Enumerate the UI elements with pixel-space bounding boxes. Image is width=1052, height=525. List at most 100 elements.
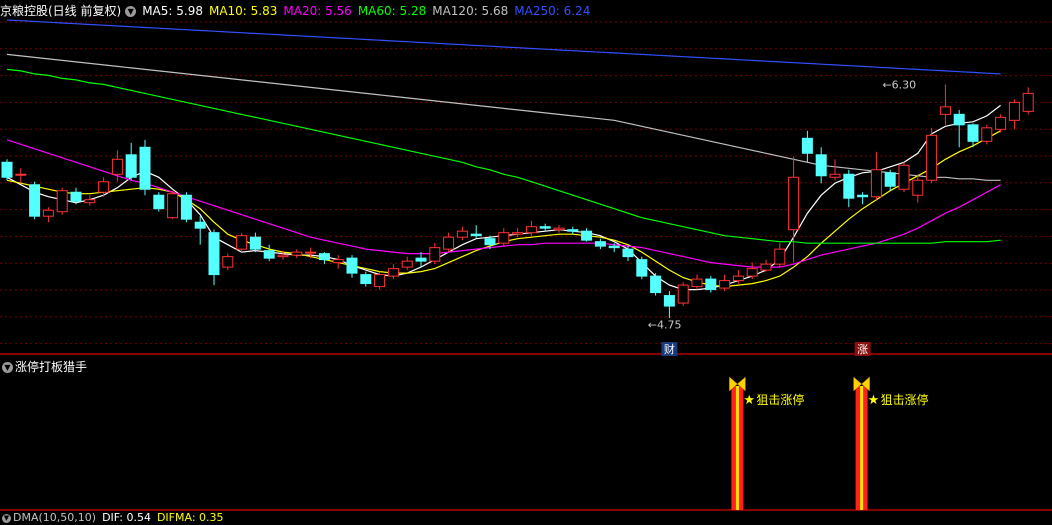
candle-body [981, 127, 993, 142]
candle-body [967, 124, 979, 142]
candle-body [401, 260, 413, 268]
candle-body [636, 259, 648, 277]
candle-body [884, 172, 896, 187]
candle-body [346, 257, 358, 274]
candle [553, 225, 565, 233]
candle [594, 238, 606, 250]
candle [567, 226, 579, 235]
candle-body [1008, 101, 1020, 121]
candle [788, 156, 800, 263]
signal-label: 狙击涨停 [881, 392, 929, 407]
candle [981, 124, 993, 145]
candle [139, 139, 151, 196]
candle [263, 244, 275, 262]
candle [374, 271, 386, 290]
candle [815, 147, 827, 184]
candle [719, 274, 731, 292]
candle-body [180, 194, 192, 220]
candle [456, 226, 468, 241]
kline-chart[interactable]: ←6.30←4.75财涨 ★ 狙击涨停 ★ 狙击涨停 [0, 0, 1052, 523]
dma-legend: DMA(10,50,10) DIF: 0.54 DIFMA: 0.35 [13, 511, 230, 524]
candle-body [332, 259, 344, 264]
candle [677, 282, 689, 307]
candle [939, 84, 951, 125]
indicator-title[interactable]: 涨停打板猎手 [15, 360, 87, 374]
candle-body [912, 179, 924, 196]
signal-bar: ★ 狙击涨停 [729, 376, 804, 510]
candle [360, 271, 372, 287]
candle [898, 162, 910, 193]
price-annotations: ←6.30 ←4.75 财 涨 [648, 78, 916, 356]
candle [953, 109, 965, 148]
candle [912, 174, 924, 203]
indicator-header: ▼ 涨停打板猎手 [0, 357, 93, 377]
candle-body [56, 190, 68, 213]
candle-body [305, 251, 317, 254]
candle-body [732, 275, 744, 282]
candle-body [98, 181, 110, 193]
candle [332, 255, 344, 269]
candle [15, 168, 27, 184]
candle-body [608, 245, 620, 249]
candle-body [70, 191, 82, 202]
signal-label: 狙击涨停 [756, 392, 804, 407]
candle [870, 151, 882, 200]
dma-legend-item: DIF: 0.54 [102, 511, 151, 524]
candle [857, 192, 869, 205]
candle [1, 159, 13, 181]
candle [539, 223, 551, 232]
candle-body [208, 232, 220, 276]
candle-body [415, 257, 427, 262]
candle-body [277, 254, 289, 258]
candle [291, 249, 303, 259]
stock-name[interactable]: 京粮控股(日线 前复权) [0, 4, 121, 18]
candle-body [857, 194, 869, 198]
candle-body [926, 134, 938, 181]
chevron-down-icon[interactable]: ▼ [125, 6, 137, 17]
candle-body [318, 253, 330, 261]
candle [760, 259, 772, 272]
candle-body [939, 106, 951, 115]
star-icon: ★ [743, 393, 755, 408]
candle-body [953, 113, 965, 126]
candle-body [539, 226, 551, 229]
candle [180, 192, 192, 223]
candle [691, 274, 703, 290]
candle [222, 253, 234, 271]
chevron-down-icon[interactable]: ▼ [2, 513, 11, 523]
candle-body [898, 164, 910, 190]
candle-body [374, 274, 386, 288]
candle [663, 291, 675, 319]
event-marker: 涨 [857, 343, 868, 356]
candle [387, 264, 399, 280]
candle-body [291, 251, 303, 256]
candle-body [719, 280, 731, 289]
candle [884, 169, 896, 191]
candle [512, 228, 524, 238]
candle [829, 159, 841, 181]
candle [774, 243, 786, 268]
candle-body [525, 226, 537, 234]
signal-bar-core [735, 386, 739, 510]
candle-body [843, 173, 855, 199]
main-chart-header: 京粮控股(日线 前复权) ▼ MA5: 5.98 MA10: 5.83 MA20: 5.… [0, 1, 602, 21]
candle-body [801, 137, 813, 154]
candle [636, 256, 648, 280]
candle [56, 187, 68, 215]
ma-legend: MA5: 5.98 MA10: 5.83 MA20: 5.56 MA60: 5.28 M… [142, 4, 596, 18]
ma-legend-item: MA10: 5.83 [208, 4, 278, 18]
dma-legend-item: DIFMA: 0.35 [156, 511, 224, 524]
candle [995, 114, 1007, 133]
candle [167, 190, 179, 220]
candle [470, 225, 482, 239]
candle [29, 181, 41, 220]
candle [305, 247, 317, 259]
signal-bar: ★ 狙击涨停 [853, 376, 929, 510]
candle-body [111, 158, 123, 175]
chevron-down-icon[interactable]: ▼ [2, 362, 13, 373]
candle-body [760, 263, 772, 271]
candle-body [705, 278, 717, 291]
candle [318, 252, 330, 265]
candlestick-series[interactable] [1, 84, 1034, 319]
candle [498, 228, 510, 247]
